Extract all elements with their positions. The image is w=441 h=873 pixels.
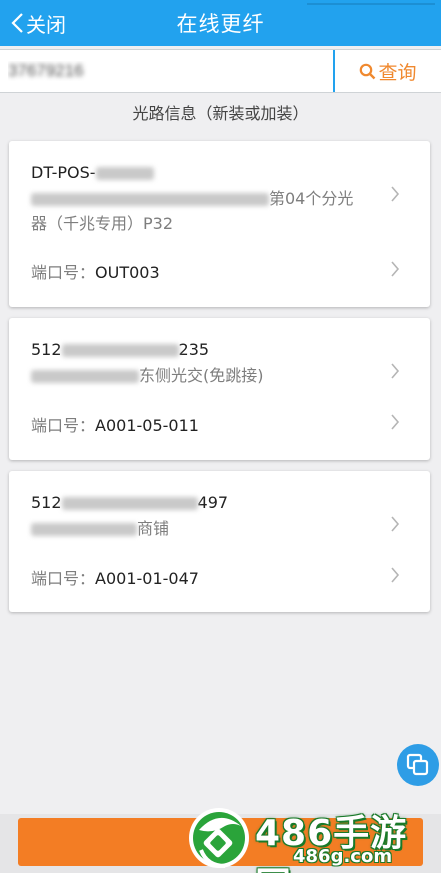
page-title: 在线更纤 [176, 12, 265, 36]
back-chevron-icon [11, 13, 23, 33]
section-title: 光路信息（新装或加装） [132, 104, 309, 123]
card-line-2: 第04个分光 [31, 187, 380, 211]
header-divider [307, 3, 435, 5]
search-button-label: 查询 [378, 61, 417, 84]
chevron-right-icon[interactable] [390, 185, 400, 203]
search-button[interactable]: 查询 [335, 50, 441, 92]
watermark-logo-icon [189, 808, 249, 868]
chevron-right-icon[interactable] [390, 413, 400, 431]
port-row: 端口号：A001-05-011 [31, 416, 199, 435]
chevron-right-icon[interactable] [390, 566, 400, 584]
redacted-text [31, 370, 139, 383]
search-icon [360, 63, 376, 79]
redacted-text [61, 497, 198, 510]
card-line-1: DT-POS- [31, 161, 380, 185]
chevron-right-icon[interactable] [390, 260, 400, 278]
port-row: 端口号：A001-01-047 [31, 569, 199, 588]
card-line-2: 商铺 [31, 517, 380, 541]
copy-icon [406, 753, 429, 776]
port-row: 端口号：OUT003 [31, 263, 160, 282]
redacted-text [31, 523, 137, 536]
header-bar: 关闭 在线更纤 [0, 0, 441, 46]
chevron-right-icon[interactable] [390, 362, 400, 380]
search-bar: 查询 [0, 49, 441, 93]
card-line-3: 器（千兆专用）P32 [31, 214, 174, 233]
card-line-1: 512 497 [31, 493, 229, 512]
card-line-2: 东侧光交(免跳接) [31, 364, 380, 388]
copy-floating-button[interactable] [397, 744, 439, 786]
fiber-route-card[interactable]: 512 235 东侧光交(免跳接) 端口号：A001-05-011 [9, 318, 430, 460]
search-input[interactable] [0, 50, 335, 92]
fiber-route-card[interactable]: 512 497 商铺 端口号：A001-01-047 [9, 471, 430, 612]
chevron-right-icon[interactable] [390, 515, 400, 533]
fiber-route-card[interactable]: DT-POS- 第04个分光 器（千兆专用）P32 端口号：OUT003 [9, 141, 430, 307]
card-line-1: 512 235 [31, 340, 210, 359]
watermark: 486手游网 486g.com [185, 800, 441, 873]
close-label: 关闭 [26, 12, 66, 37]
redacted-text [31, 193, 269, 206]
watermark-url: 486g.com [293, 846, 393, 867]
redacted-text [61, 344, 179, 357]
close-button[interactable]: 关闭 [10, 0, 66, 46]
redacted-text [95, 167, 154, 180]
